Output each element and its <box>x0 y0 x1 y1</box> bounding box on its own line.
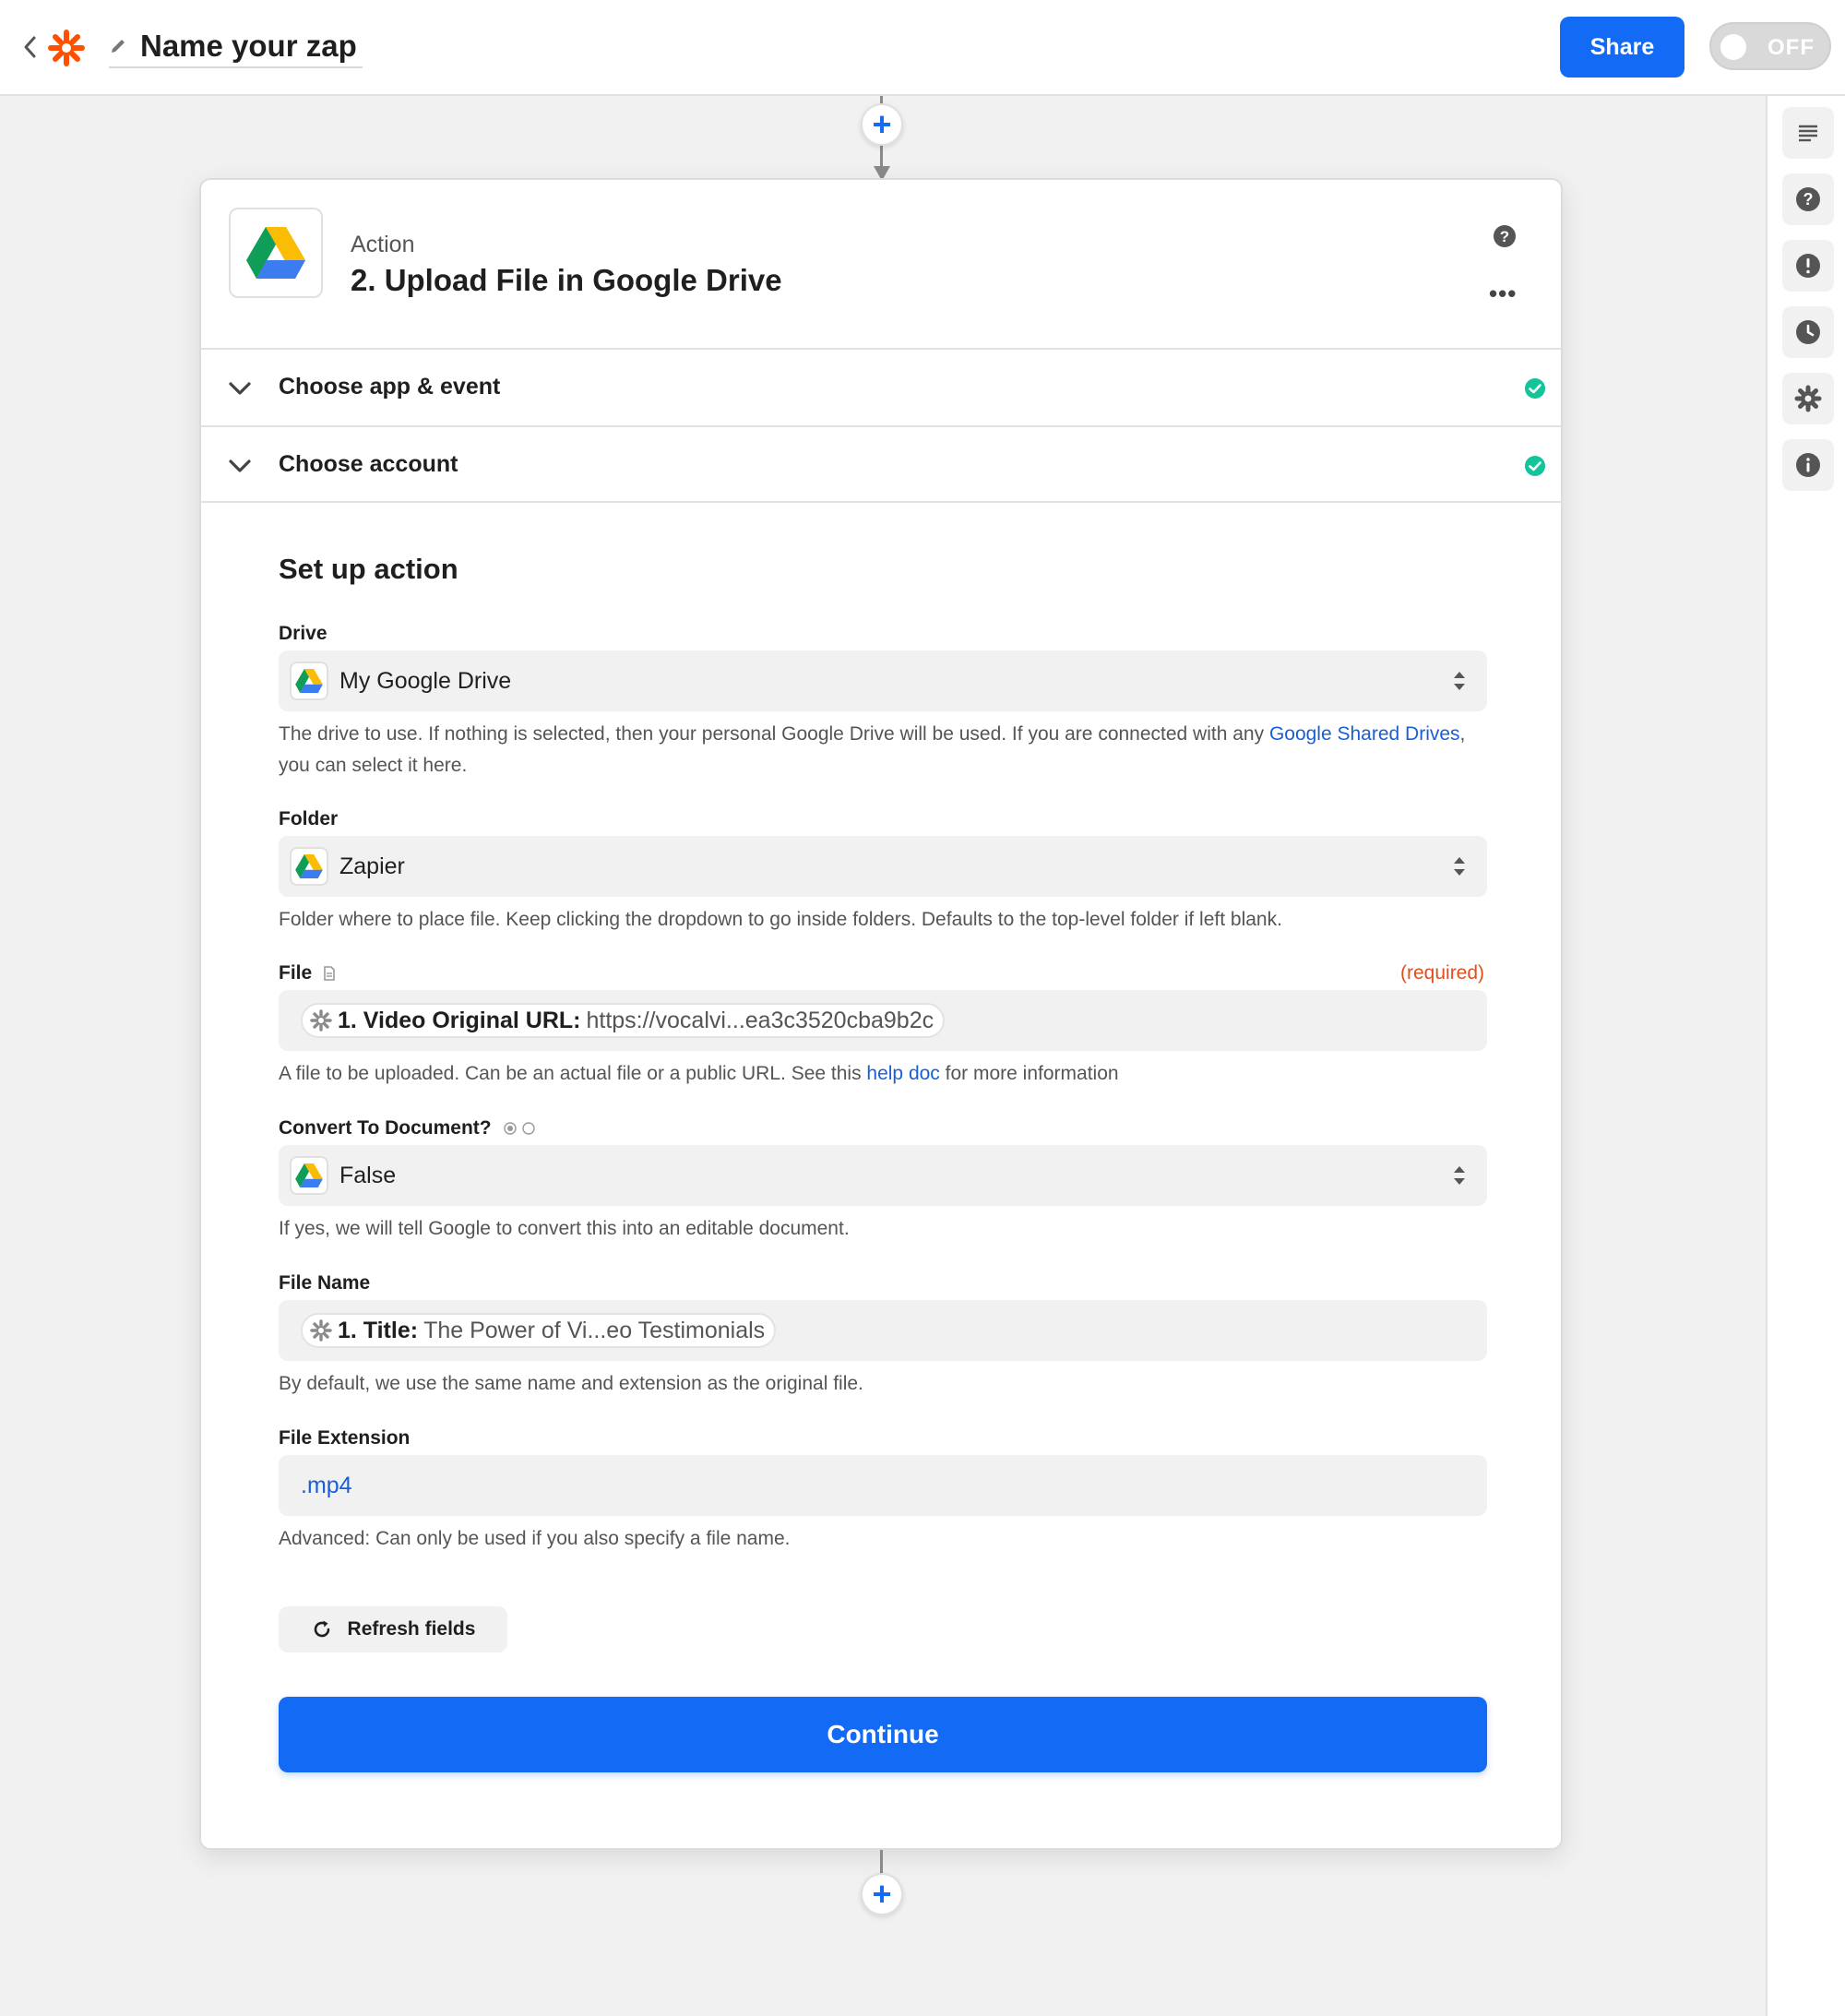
zap-on-off-toggle[interactable]: OFF <box>1709 22 1831 70</box>
check-circle-icon <box>1525 378 1545 399</box>
folder-select[interactable]: Zapier <box>279 836 1487 897</box>
file-extension-label: File Extension <box>279 1427 411 1449</box>
folder-value: Zapier <box>339 853 405 879</box>
required-indicator: (required) <box>1400 962 1485 984</box>
svg-text:?: ? <box>1803 190 1814 209</box>
file-extension-value: .mp4 <box>301 1472 352 1498</box>
google-drive-icon <box>290 1156 328 1195</box>
accordion-label: Choose account <box>279 451 458 477</box>
add-step-button-top[interactable]: + <box>861 103 903 146</box>
back-chevron-icon[interactable] <box>20 35 41 59</box>
updown-arrows-icon <box>1454 1166 1465 1185</box>
file-name-label: File Name <box>279 1272 371 1294</box>
zapier-logo-icon[interactable] <box>48 30 85 66</box>
file-extension-input[interactable]: .mp4 <box>279 1455 1487 1516</box>
folder-help: Folder where to place file. Keep clickin… <box>279 909 1282 930</box>
chevron-down-icon <box>229 459 251 472</box>
outline-icon <box>1799 125 1817 142</box>
outline-button[interactable] <box>1782 107 1834 159</box>
file-input[interactable]: 1. Video Original URL: https://vocalvi...… <box>279 990 1487 1051</box>
step-title: 2. Upload File in Google Drive <box>351 263 782 297</box>
history-icon <box>1796 320 1820 344</box>
step-card: Action 2. Upload File in Google Drive ? … <box>199 178 1563 1850</box>
help-icon: ? <box>1796 187 1820 211</box>
file-extension-help: Advanced: Can only be used if you also s… <box>279 1528 791 1549</box>
info-button[interactable] <box>1782 439 1834 491</box>
alerts-button[interactable] <box>1782 240 1834 292</box>
step-help-icon[interactable]: ? <box>1493 224 1517 248</box>
mapped-field-pill[interactable]: 1. Title: The Power of Vi...eo Testimonia… <box>301 1313 777 1348</box>
document-icon <box>324 966 335 981</box>
convert-value: False <box>339 1162 397 1188</box>
top-bar: Name your zap Share OFF <box>0 0 1845 96</box>
mapped-field-pill[interactable]: 1. Video Original URL: https://vocalvi...… <box>301 1003 946 1038</box>
section-divider <box>201 501 1561 503</box>
step-kicker: Action <box>351 232 415 257</box>
app-icon-box <box>229 208 323 298</box>
file-name-help: By default, we use the same name and ext… <box>279 1373 863 1394</box>
accordion-label: Choose app & event <box>279 374 501 400</box>
info-icon <box>1796 453 1820 477</box>
share-button[interactable]: Share <box>1560 17 1684 78</box>
drive-help: The drive to use. If nothing is selected… <box>279 723 1466 776</box>
continue-button[interactable]: Continue <box>279 1697 1487 1772</box>
zapier-step-icon <box>310 1009 332 1032</box>
convert-label: Convert To Document? <box>279 1117 536 1139</box>
shared-drives-link[interactable]: Google Shared Drives <box>1269 723 1460 745</box>
updown-arrows-icon <box>1454 672 1465 690</box>
google-drive-icon <box>290 847 328 886</box>
history-button[interactable] <box>1782 306 1834 358</box>
accordion-choose-app-event[interactable]: Choose app & event <box>201 348 1561 425</box>
toggle-label: OFF <box>1768 35 1815 60</box>
drive-select[interactable]: My Google Drive <box>279 650 1487 711</box>
refresh-fields-label: Refresh fields <box>347 1618 476 1640</box>
right-sidebar: ? <box>1766 96 1845 2016</box>
file-label: File <box>279 962 336 984</box>
boolean-radio-icon <box>503 1122 535 1135</box>
settings-icon <box>1794 385 1822 412</box>
convert-select[interactable]: False <box>279 1145 1487 1206</box>
updown-arrows-icon <box>1454 857 1465 876</box>
more-options-icon[interactable]: ••• <box>1489 280 1517 308</box>
section-title: Set up action <box>279 553 458 585</box>
convert-help: If yes, we will tell Google to convert t… <box>279 1218 850 1239</box>
file-help: A file to be uploaded. Can be an actual … <box>279 1063 1119 1084</box>
file-name-input[interactable]: 1. Title: The Power of Vi...eo Testimonia… <box>279 1300 1487 1361</box>
zap-title[interactable]: Name your zap <box>140 29 357 64</box>
add-step-button-bottom[interactable]: + <box>861 1873 903 1915</box>
accordion-choose-account[interactable]: Choose account <box>201 425 1561 503</box>
alert-icon <box>1796 254 1820 278</box>
google-drive-icon <box>246 227 305 279</box>
chevron-down-icon <box>229 382 251 395</box>
refresh-fields-button[interactable]: Refresh fields <box>279 1606 507 1652</box>
settings-button[interactable] <box>1782 373 1834 424</box>
drive-label: Drive <box>279 623 327 644</box>
pencil-icon <box>112 40 125 53</box>
refresh-icon <box>314 1620 329 1638</box>
zapier-step-icon <box>310 1319 332 1342</box>
help-doc-link[interactable]: help doc <box>866 1063 939 1084</box>
check-circle-icon <box>1525 456 1545 476</box>
toggle-knob <box>1720 34 1746 60</box>
help-button[interactable]: ? <box>1782 173 1834 225</box>
drive-value: My Google Drive <box>339 667 512 694</box>
svg-text:?: ? <box>1500 228 1509 245</box>
zap-title-field[interactable]: Name your zap <box>109 26 363 68</box>
folder-label: Folder <box>279 808 339 829</box>
google-drive-icon <box>290 662 328 700</box>
